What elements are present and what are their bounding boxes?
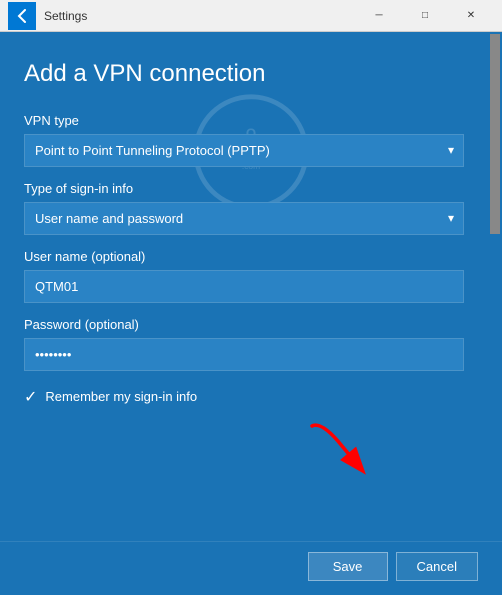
back-button[interactable] — [8, 2, 36, 30]
sign-in-type-dropdown[interactable]: User name and password Smart card One-ti… — [24, 202, 464, 235]
close-button[interactable]: ✕ — [448, 0, 494, 32]
scrollbar[interactable] — [488, 32, 502, 541]
remember-row[interactable]: ✓ Remember my sign-in info — [24, 387, 464, 407]
username-input[interactable] — [24, 270, 464, 303]
username-label: User name (optional) — [24, 249, 464, 264]
minimize-button[interactable]: ─ — [356, 0, 402, 32]
cancel-button[interactable]: Cancel — [396, 552, 478, 581]
remember-label: Remember my sign-in info — [45, 389, 197, 404]
maximize-button[interactable]: □ — [402, 0, 448, 32]
content-area: Add a VPN connection VPN type Point to P… — [0, 32, 488, 541]
bottom-bar: Save Cancel — [0, 541, 502, 595]
vpn-type-dropdown[interactable]: Point to Point Tunneling Protocol (PPTP)… — [24, 134, 464, 167]
main-window: Q uantrimang .com Add a VPN connection V… — [0, 32, 502, 541]
sign-in-type-label: Type of sign-in info — [24, 181, 464, 196]
sign-in-type-wrapper: User name and password Smart card One-ti… — [24, 202, 464, 235]
password-label: Password (optional) — [24, 317, 464, 332]
vpn-type-label: VPN type — [24, 113, 464, 128]
save-button[interactable]: Save — [308, 552, 388, 581]
vpn-type-wrapper: Point to Point Tunneling Protocol (PPTP)… — [24, 134, 464, 167]
page-title: Add a VPN connection — [24, 60, 464, 89]
window-controls: ─ □ ✕ — [356, 0, 494, 32]
checkmark-icon: ✓ — [24, 387, 37, 407]
window-title: Settings — [44, 9, 356, 23]
title-bar: Settings ─ □ ✕ — [0, 0, 502, 32]
password-input[interactable] — [24, 338, 464, 371]
scrollbar-thumb[interactable] — [490, 34, 500, 234]
